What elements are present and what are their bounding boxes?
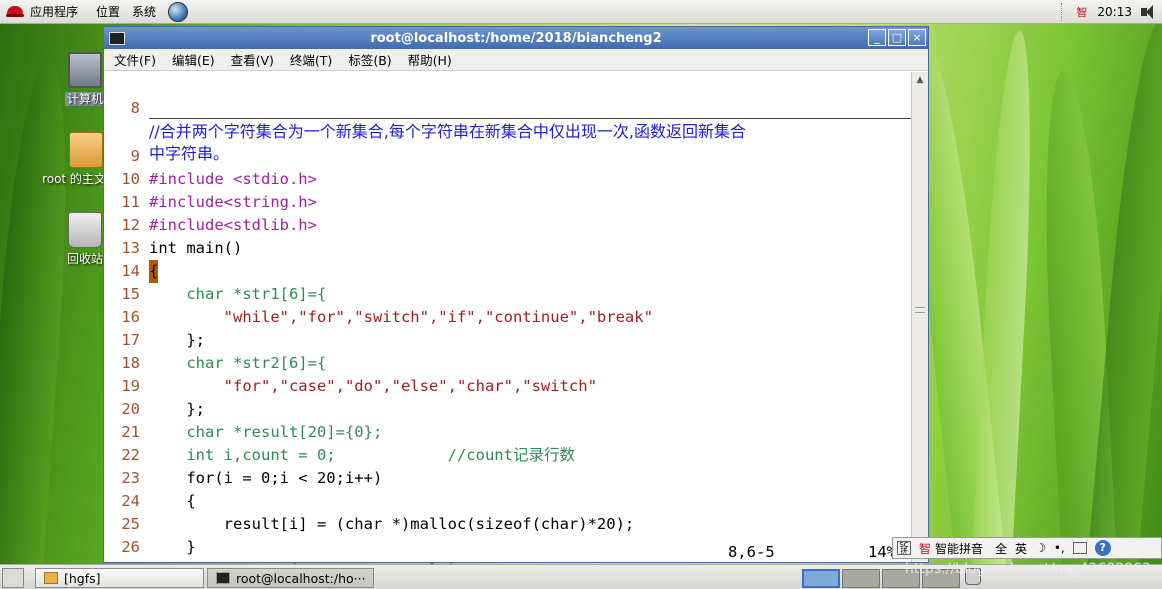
scroll-up-icon[interactable]: ▲ [913,73,928,87]
cursor-position: 8,6-5 [728,543,775,561]
window-titlebar[interactable]: root@localhost:/home/2018/biancheng2 _ □… [104,27,928,49]
desktop-computer-label: 计算机 [64,92,105,106]
code-text: "while","for","switch","if","continue","… [149,308,653,326]
folder-icon [44,572,58,584]
code-text: for(i = 0;i < 20;i++) [149,469,383,487]
ime-mode[interactable]: 智能拼音 [935,540,983,557]
code-line: 17 char *str2[6]={ [104,306,326,372]
terminal-icon [216,572,230,584]
code-line: 25 } [104,490,195,556]
menu-file[interactable]: 文件(F) [104,50,162,69]
desktop-trash-label: 回收站 [66,252,103,266]
terminal-menubar: 文件(F) 编辑(E) 查看(V) 终端(T) 标签(B) 帮助(H) [104,49,928,71]
task-label: root@localhost:/ho··· [236,570,366,586]
code-text: int i,count = 0; //count记录行数 [149,446,575,464]
minimize-button[interactable]: _ [868,29,886,46]
vertical-scrollbar[interactable]: ▲ [911,72,928,562]
maximize-button[interactable]: □ [888,29,906,46]
ime-fullwidth[interactable]: 全 [995,540,1007,557]
code-line: 20 char *result[20]={0}; [104,375,382,441]
code-text: #include<stdlib.h> [149,216,317,234]
code-line: 16 }; [104,283,205,349]
menu-tabs[interactable]: 标签(B) [338,50,397,69]
input-method-bar: SC 拼 智 智能拼音 全 英 ☽ •, ? [892,537,1162,559]
code-line: 15 "while","for","switch","if","continue… [104,260,653,326]
taskbar-item-terminal[interactable]: root@localhost:/ho··· [207,568,374,588]
cursorline-underline [149,118,911,119]
terminal-window: root@localhost:/home/2018/biancheng2 _ □… [103,26,929,579]
code-line: 21 int i,count = 0; //count记录行数 [104,398,575,464]
show-desktop-icon[interactable] [2,568,24,588]
close-button[interactable]: × [908,29,926,46]
redhat-logo-icon[interactable] [6,4,24,20]
code-line: 19 }; [104,352,205,418]
menu-edit[interactable]: 编辑(E) [162,50,221,69]
window-title: root@localhost:/home/2018/biancheng2 [370,30,662,46]
code-line: 中字符串。 [104,96,894,163]
code-line: 18 "for","case","do","else","char","swit… [104,329,597,395]
input-method-tray-icon[interactable]: 智 [1076,4,1087,20]
computer-icon [68,52,102,88]
code-line: 14 char *str1[6]={ [104,237,326,303]
code-line: 23 { [104,444,195,510]
menu-terminal[interactable]: 终端(T) [280,50,338,69]
line-number: 26 [121,538,140,556]
code-text: char *result[20]={0}; [149,423,383,441]
clock[interactable]: 20:13 [1097,5,1132,19]
watermark: https://blog.csdn.net/qq_43603963 [905,561,1151,577]
code-text: char *str2[6]={ [149,354,327,372]
menu-view[interactable]: 查看(V) [221,50,280,69]
code-text: result[i] = (char *)malloc(sizeof(char)*… [149,515,635,533]
places-menu[interactable]: 位置 [90,0,126,24]
code-text: 中字符串。 [149,144,230,163]
ime-keyboard-icon[interactable] [1072,542,1087,554]
code-line: 11 #include<stdlib.h> [104,168,317,234]
code-line: 26 count = str(str1,str2,result); [104,513,466,579]
ime-punctuation-icon[interactable]: •, [1054,541,1065,555]
system-menu[interactable]: 系统 [126,0,162,24]
vim-editor[interactable]: 8 //合并两个字符集合为一个新集合,每个字符串在新集合中仅出现一次,函数返回新… [104,72,911,579]
code-line: 8 //合并两个字符集合为一个新集合,每个字符串在新集合中仅出现一次,函数返回新… [104,74,894,141]
code-line: 24 result[i] = (char *)malloc(sizeof(cha… [104,467,634,533]
applications-menu[interactable]: 应用程序 [24,0,84,24]
menu-help[interactable]: 帮助(H) [398,50,458,69]
taskbar-item-hgfs[interactable]: [hgfs] [35,568,204,588]
code-line: 13 { [104,214,160,283]
code-text: #include <stdio.h> [149,170,317,188]
code-line: 22 for(i = 0;i < 20;i++) [104,421,382,487]
code-line: 10 #include<string.h> [104,145,317,211]
top-panel: 应用程序 位置 系统 智 20:13 [0,0,1162,24]
code-text: "for","case","do","else","char","switch" [149,377,597,395]
code-text: char *str1[6]={ [149,285,327,303]
volume-icon[interactable] [1138,3,1160,21]
folder-icon [69,132,103,168]
ime-english[interactable]: 英 [1015,540,1027,557]
code-line: 9 #include <stdio.h> [104,122,317,188]
ime-logo: 智 [919,541,932,556]
code-text: int main() [149,239,243,257]
scrollbar-grip[interactable] [915,307,925,313]
code-text: //合并两个字符集合为一个新集合,每个字符串在新集合中仅出现一次,函数返回新集合 [149,122,746,141]
panel-separator [1061,3,1063,21]
task-label: [hgfs] [64,570,101,586]
ime-toggle-icon[interactable]: SC 拼 [897,541,911,555]
workspace-1[interactable] [802,569,840,588]
trash-icon [68,212,102,248]
workspace-2[interactable] [842,569,880,588]
ime-moon-icon[interactable]: ☽ [1035,541,1046,555]
code-line: 12 int main() [104,191,242,257]
web-browser-launcher-icon[interactable] [168,1,189,22]
code-text: #include<string.h> [149,193,317,211]
ime-help-icon[interactable]: ? [1094,540,1111,556]
